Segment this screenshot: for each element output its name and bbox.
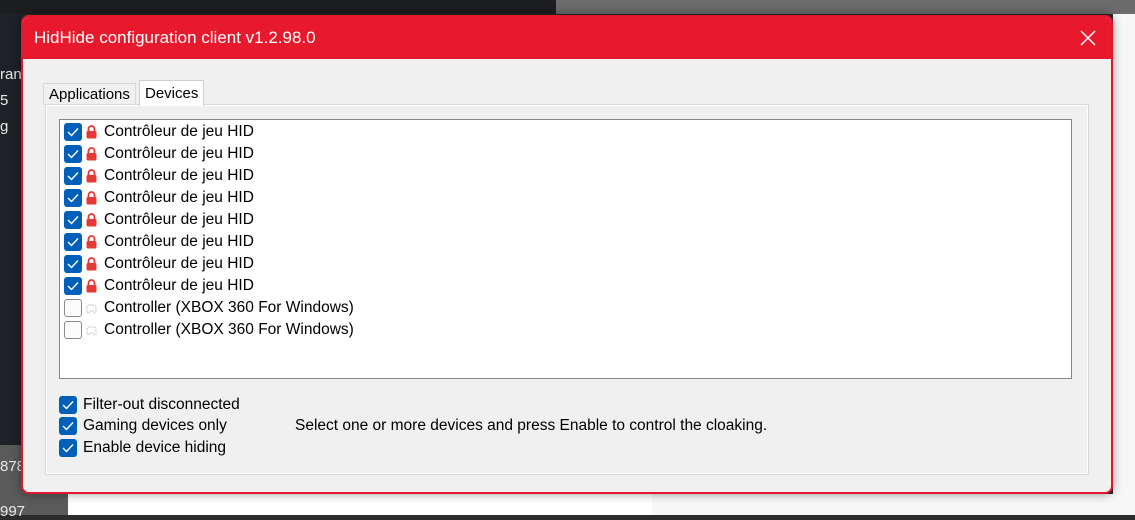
lock-icon — [85, 125, 98, 139]
device-list-item[interactable]: Contrôleur de jeu HID — [64, 209, 254, 231]
lock-icon — [85, 257, 98, 271]
checkbox-checked-icon[interactable] — [64, 211, 82, 229]
lock-icon — [85, 279, 98, 293]
checkbox-checked-icon[interactable] — [59, 396, 77, 414]
background-text: 997 — [0, 503, 26, 520]
device-list-item[interactable]: Controller (XBOX 360 For Windows) — [64, 297, 354, 319]
checkbox-checked-icon[interactable] — [64, 145, 82, 163]
device-label: Contrôleur de jeu HID — [104, 277, 254, 294]
device-label: Contrôleur de jeu HID — [104, 211, 254, 228]
background-text: g — [0, 118, 9, 135]
hint-text: Select one or more devices and press Ena… — [295, 417, 768, 434]
tab-applications[interactable]: Applications — [43, 83, 136, 105]
enable-device-hiding-checkbox[interactable]: Enable device hiding — [59, 438, 226, 458]
device-list-item[interactable]: Contrôleur de jeu HID — [64, 143, 254, 165]
hidhide-window: HidHide configuration client v1.2.98.0 A… — [21, 15, 1113, 494]
device-label: Controller (XBOX 360 For Windows) — [104, 321, 354, 338]
tab-devices[interactable]: Devices — [139, 80, 205, 106]
device-list-item[interactable]: Contrôleur de jeu HID — [64, 165, 254, 187]
checkbox-checked-icon[interactable] — [64, 167, 82, 185]
device-label: Contrôleur de jeu HID — [104, 233, 254, 250]
device-list-item[interactable]: Contrôleur de jeu HID — [64, 187, 254, 209]
lock-icon — [85, 169, 98, 183]
checkbox-unchecked-icon[interactable] — [64, 299, 82, 317]
checkbox-checked-icon[interactable] — [59, 439, 77, 457]
checkbox-checked-icon[interactable] — [64, 277, 82, 295]
checkbox-checked-icon[interactable] — [64, 255, 82, 273]
device-label: Contrôleur de jeu HID — [104, 255, 254, 272]
device-label: Contrôleur de jeu HID — [104, 123, 254, 140]
background-top-right — [556, 0, 1135, 14]
device-list-item[interactable]: Contrôleur de jeu HID — [64, 121, 254, 143]
device-label: Controller (XBOX 360 For Windows) — [104, 299, 354, 316]
background-bottom-right — [652, 494, 1135, 515]
background-top-strip — [0, 0, 556, 14]
lock-icon — [85, 191, 98, 205]
window-title: HidHide configuration client v1.2.98.0 — [34, 28, 316, 47]
device-list-item[interactable]: Contrôleur de jeu HID — [64, 253, 254, 275]
filter-disconnected-checkbox[interactable]: Filter-out disconnected — [59, 395, 240, 415]
lock-icon — [85, 235, 98, 249]
device-list[interactable]: Contrôleur de jeu HID Contrôleur de jeu H… — [59, 119, 1072, 379]
device-label: Contrôleur de jeu HID — [104, 145, 254, 162]
gaming-devices-only-checkbox[interactable]: Gaming devices only — [59, 416, 227, 436]
lock-icon — [85, 213, 98, 227]
background-right-window — [1113, 14, 1135, 515]
device-label: Contrôleur de jeu HID — [104, 167, 254, 184]
enable-device-hiding-label: Enable device hiding — [83, 439, 227, 456]
background-bottom-mid — [68, 494, 652, 515]
checkbox-unchecked-icon[interactable] — [64, 321, 82, 339]
gaming-devices-only-label: Gaming devices only — [83, 417, 227, 434]
background-text: 5 — [0, 92, 9, 109]
device-list-item[interactable]: Contrôleur de jeu HID — [64, 275, 254, 297]
device-list-item[interactable]: Controller (XBOX 360 For Windows) — [64, 319, 354, 341]
title-bar[interactable]: HidHide configuration client v1.2.98.0 — [23, 17, 1111, 59]
checkbox-checked-icon[interactable] — [64, 233, 82, 251]
gamepad-icon — [85, 323, 98, 337]
checkbox-checked-icon[interactable] — [59, 417, 77, 435]
checkbox-checked-icon[interactable] — [64, 189, 82, 207]
checkbox-checked-icon[interactable] — [64, 123, 82, 141]
filter-disconnected-label: Filter-out disconnected — [83, 396, 240, 413]
gamepad-icon — [85, 301, 98, 315]
device-label: Contrôleur de jeu HID — [104, 189, 254, 206]
background-text: ran — [0, 66, 22, 83]
close-button[interactable] — [1065, 17, 1111, 59]
lock-icon — [85, 147, 98, 161]
close-icon — [1080, 30, 1096, 46]
device-list-item[interactable]: Contrôleur de jeu HID — [64, 231, 254, 253]
